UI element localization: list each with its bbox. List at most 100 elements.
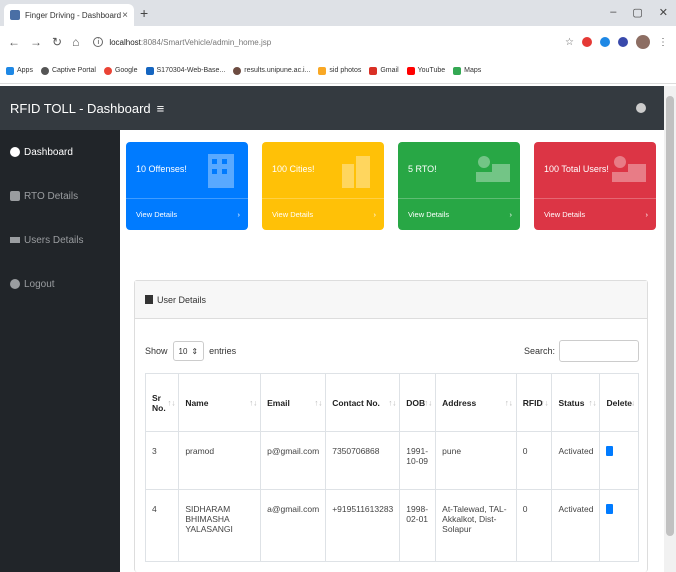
city-icon <box>342 156 370 188</box>
cell-address: At-Talewad, TAL-Akkalkot, Dist-Solapur <box>435 489 517 562</box>
cell-delete <box>599 489 639 562</box>
search-input[interactable] <box>559 340 639 362</box>
reload-icon[interactable]: ↻ <box>52 35 62 49</box>
minimize-icon[interactable]: – <box>610 6 616 19</box>
app-navbar: RFID TOLL - Dashboard ≡ <box>0 86 664 130</box>
cell-status: Activated <box>551 431 601 490</box>
apps-grid-icon <box>6 66 14 75</box>
sidebar-item-dashboard[interactable]: Dashboard <box>0 130 120 174</box>
th-sr-no[interactable]: Sr No. ↑↓ <box>144 373 180 432</box>
google-icon <box>103 66 112 75</box>
close-window-icon[interactable]: ✕ <box>659 6 668 19</box>
profile-avatar[interactable] <box>636 35 650 49</box>
view-details-link[interactable]: View Details › <box>262 198 384 230</box>
menu-toggle-icon[interactable]: ≡ <box>157 101 165 116</box>
th-delete[interactable]: Delete ↑↓ <box>599 373 639 432</box>
trash-icon[interactable] <box>606 504 614 514</box>
th-contact[interactable]: Contact No. ↑↓ <box>325 373 401 432</box>
chevron-right-icon: › <box>645 210 649 219</box>
sidebar-item-label: RTO Details <box>24 190 79 202</box>
bookmark-sid-photos[interactable]: sid photos <box>318 66 361 75</box>
cell-status: Activated <box>551 489 601 562</box>
th-email[interactable]: Email ↑↓ <box>260 373 327 432</box>
entries-select[interactable]: 10 ⇕ <box>172 341 205 361</box>
sidebar-item-logout[interactable]: Logout <box>0 262 120 306</box>
cell-sr: 4 <box>144 489 180 562</box>
sort-updown-icon: ⇕ <box>191 346 199 356</box>
building-icon <box>208 154 234 188</box>
trash-icon[interactable] <box>606 446 614 456</box>
tab-title: Finger Driving - Dashboard <box>25 10 122 20</box>
page-scrollbar[interactable] <box>664 86 676 572</box>
youtube-icon <box>406 66 415 75</box>
forward-icon[interactable]: → <box>30 35 42 49</box>
search-label: Search: <box>523 346 555 356</box>
th-rfid[interactable]: RFID ↑↓ <box>515 373 553 432</box>
bookmark-gmail[interactable]: Gmail <box>369 66 399 75</box>
bookmark-apps[interactable]: Apps <box>6 66 33 75</box>
close-tab-icon[interactable]: × <box>122 10 128 21</box>
th-dob[interactable]: DOB ↑↓ <box>399 373 437 432</box>
bookmark-web-base[interactable]: S170304-Web-Base... <box>145 66 225 75</box>
sitemap-icon <box>10 191 20 201</box>
address-bar[interactable]: i localhost:8084/SmartVehicle/admin_home… <box>89 31 565 53</box>
show-label: Show <box>145 346 168 356</box>
th-status[interactable]: Status ↑↓ <box>551 373 601 432</box>
view-details-link[interactable]: View Details › <box>126 198 248 230</box>
building-icon <box>145 295 153 304</box>
view-details-link[interactable]: View Details › <box>534 198 656 230</box>
brand-title[interactable]: RFID TOLL - Dashboard <box>10 101 151 116</box>
sort-icon: ↑↓ <box>588 398 597 407</box>
cell-email: a@gmail.com <box>260 489 327 562</box>
bookmark-results[interactable]: results.unipune.ac.i... <box>233 66 310 75</box>
card-rto: 5 RTO! View Details › <box>398 142 520 230</box>
view-details-link[interactable]: View Details › <box>398 198 520 230</box>
card-title: 100 Cities! <box>272 164 315 174</box>
gmail-icon <box>369 66 378 75</box>
entries-label: entries <box>209 346 237 356</box>
panel-header: User Details <box>135 281 647 319</box>
th-address[interactable]: Address ↑↓ <box>435 373 517 432</box>
cell-dob: 1991-10-09 <box>399 431 437 490</box>
new-tab-button[interactable]: + <box>140 5 148 21</box>
home-icon[interactable]: ⌂ <box>72 35 79 49</box>
chevron-right-icon: › <box>373 210 377 219</box>
card-title: 100 Total Users! <box>544 164 609 174</box>
bookmark-google[interactable]: Google <box>103 66 138 75</box>
card-title: 5 RTO! <box>408 164 437 174</box>
cell-delete <box>599 431 639 490</box>
cell-sr: 3 <box>144 431 180 490</box>
search-wrap: Search: <box>524 340 639 362</box>
maximize-icon[interactable]: ▢ <box>632 6 642 19</box>
cell-contact: 7350706868 <box>325 431 401 490</box>
star-icon[interactable]: ☆ <box>565 37 574 48</box>
extension-icon[interactable] <box>600 37 610 47</box>
browser-tab[interactable]: Finger Driving - Dashboard × <box>4 4 134 26</box>
card-cities: 100 Cities! View Details › <box>262 142 384 230</box>
user-icon[interactable] <box>636 103 646 113</box>
extension-icon[interactable] <box>582 37 592 47</box>
extension-icon[interactable] <box>618 37 628 47</box>
sort-icon: ↑↓ <box>167 398 176 407</box>
table-controls: Show 10 ⇕ entries Search: <box>145 339 639 363</box>
back-icon[interactable]: ← <box>8 35 20 49</box>
cell-contact: +919511613283 <box>325 489 401 562</box>
sort-icon: ↑↓ <box>540 398 549 407</box>
panel-title: User Details <box>157 294 207 305</box>
browser-tabbar: Finger Driving - Dashboard × + – ▢ ✕ <box>0 0 676 26</box>
bookmark-captive-portal[interactable]: Captive Portal <box>40 66 96 75</box>
sort-icon: ↑↓ <box>627 398 635 407</box>
url-path: :8084/SmartVehicle/admin_home.jsp <box>140 37 272 47</box>
info-icon[interactable]: i <box>93 37 104 47</box>
bookmark-youtube[interactable]: YouTube <box>406 66 445 75</box>
sort-icon: ↑↓ <box>249 398 258 407</box>
cell-name: SIDHARAM BHIMASHA YALASANGI <box>178 489 262 562</box>
sidebar-item-rto-details[interactable]: RTO Details <box>0 174 120 218</box>
globe-icon <box>40 66 49 75</box>
th-name[interactable]: Name ↑↓ <box>178 373 262 432</box>
bookmark-maps[interactable]: Maps <box>453 66 481 75</box>
scrollbar-thumb[interactable] <box>666 96 674 536</box>
extensions: ☆ ⋮ <box>565 35 668 49</box>
sidebar-item-users-details[interactable]: Users Details <box>0 218 120 262</box>
more-menu-icon[interactable]: ⋮ <box>658 37 668 48</box>
